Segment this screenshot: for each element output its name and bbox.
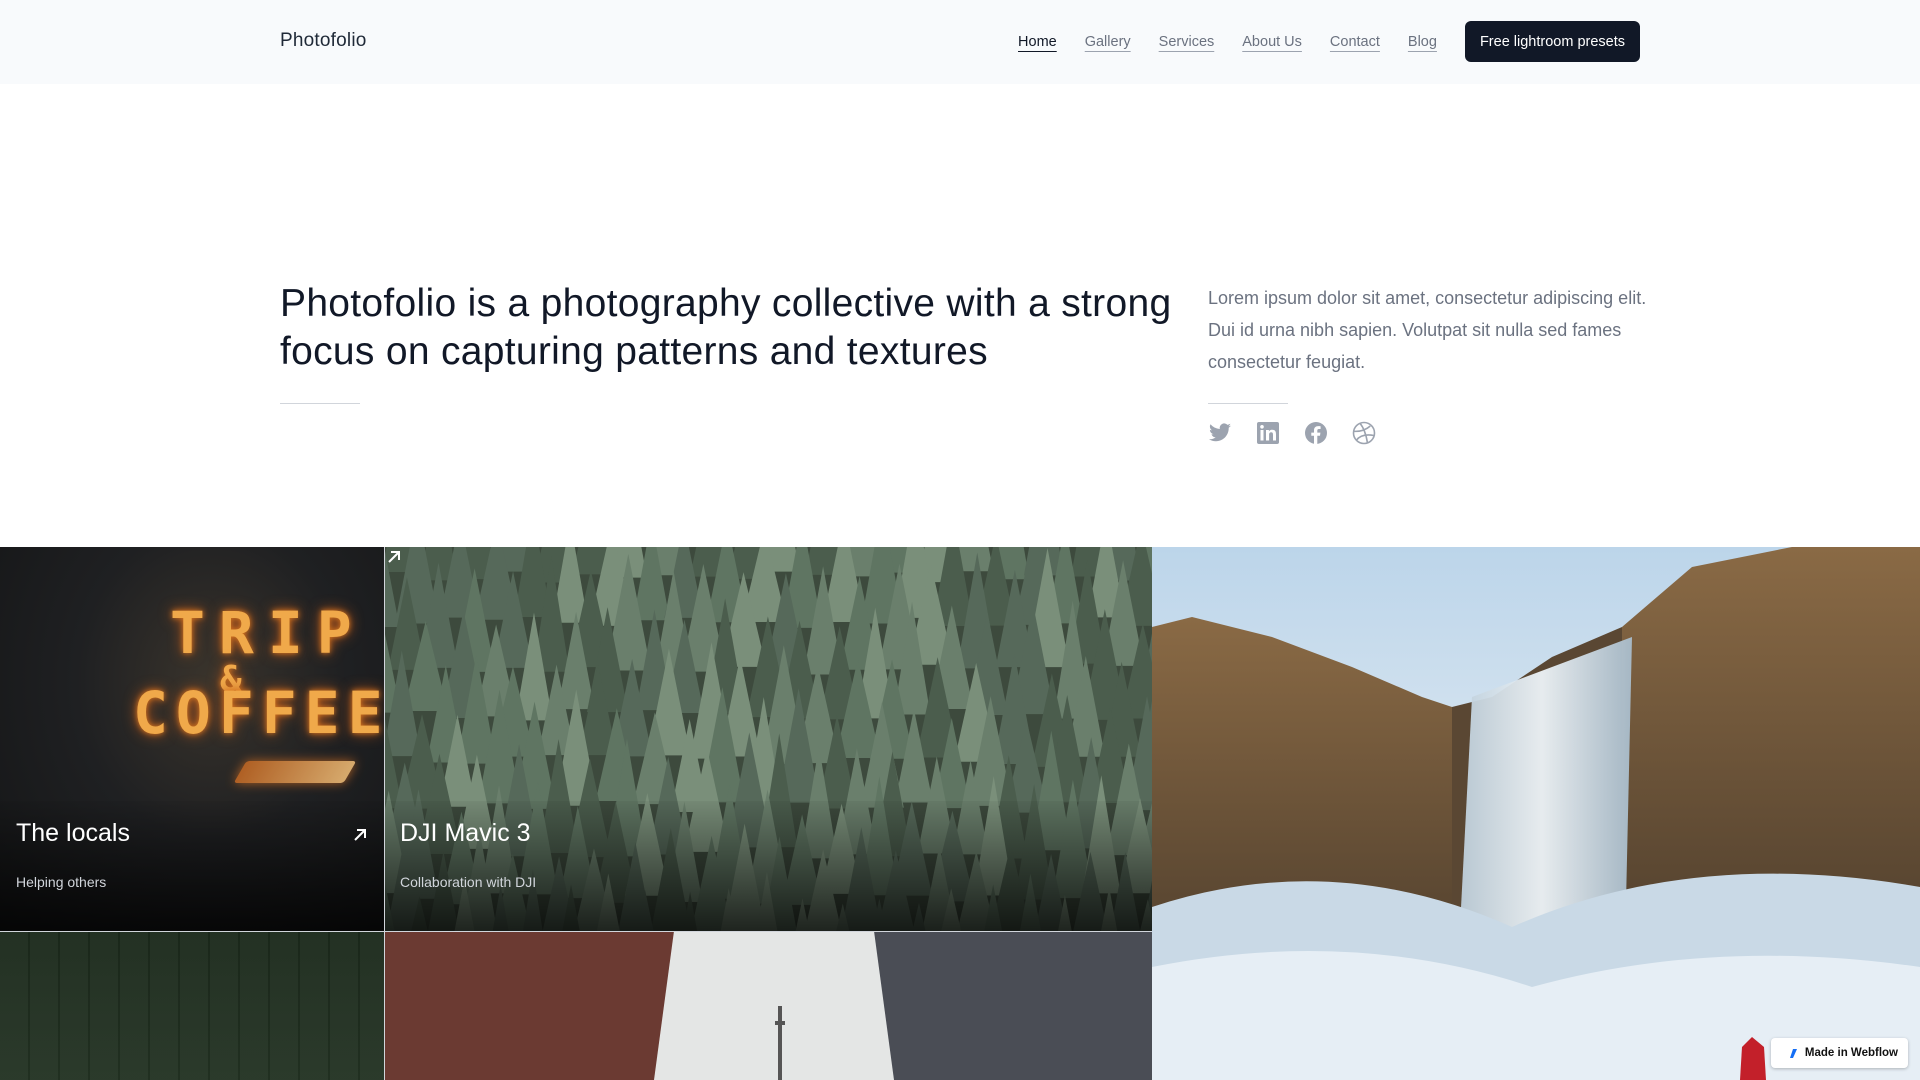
neon-text-trip: TRIP bbox=[170, 599, 366, 667]
badge-label: Made in Webflow bbox=[1804, 1047, 1898, 1059]
brand-logo[interactable]: Photofolio bbox=[280, 30, 367, 52]
gallery-tile-dji-mavic[interactable]: DJI Mavic 3 Collaboration with DJI bbox=[384, 547, 1152, 931]
green-wall-image bbox=[0, 931, 384, 1080]
gallery-tile-the-locals[interactable]: TRIP & COFFEE The locals Helping others bbox=[0, 547, 384, 931]
nav-link-about-us[interactable]: About Us bbox=[1242, 34, 1302, 50]
facebook-icon[interactable] bbox=[1304, 421, 1328, 445]
twitter-icon[interactable] bbox=[1208, 421, 1232, 445]
arrow-up-right-icon[interactable] bbox=[384, 547, 404, 567]
neon-cart bbox=[233, 761, 357, 783]
tile-subtitle: Helping others bbox=[16, 874, 107, 890]
arrow-up-right-icon[interactable] bbox=[350, 825, 370, 845]
made-in-webflow-badge[interactable]: Made in Webflow bbox=[1770, 1038, 1908, 1068]
social-links bbox=[1208, 421, 1400, 445]
gallery-tile-waterfall[interactable] bbox=[1152, 547, 1920, 1080]
description-divider bbox=[1208, 403, 1288, 404]
tile-title: The locals bbox=[16, 819, 130, 847]
hero-title: Photofolio is a photography collective w… bbox=[280, 282, 1172, 373]
nav-link-home[interactable]: Home bbox=[1018, 34, 1057, 50]
gallery-tile-green-wall[interactable] bbox=[0, 931, 384, 1080]
nav-link-contact[interactable]: Contact bbox=[1330, 34, 1380, 50]
gallery-divider-horizontal bbox=[0, 931, 1152, 932]
linkedin-icon[interactable] bbox=[1256, 421, 1280, 445]
webflow-icon bbox=[1780, 1048, 1797, 1058]
dribbble-icon[interactable] bbox=[1352, 421, 1376, 445]
tile-title: DJI Mavic 3 bbox=[400, 819, 531, 847]
waterfall-image bbox=[1152, 547, 1920, 1080]
tile-subtitle: Collaboration with DJI bbox=[400, 874, 537, 890]
gallery-tile-city[interactable] bbox=[384, 931, 1152, 1080]
nav-link-gallery[interactable]: Gallery bbox=[1085, 34, 1131, 50]
nav-link-blog[interactable]: Blog bbox=[1408, 34, 1437, 50]
free-presets-button[interactable]: Free lightroom presets bbox=[1464, 21, 1640, 62]
city-buildings-image bbox=[384, 931, 1152, 1080]
gallery-divider-vertical bbox=[384, 547, 385, 1080]
hero-description: Lorem ipsum dolor sit amet, consectetur … bbox=[1208, 288, 1647, 372]
hero-divider bbox=[280, 403, 360, 404]
neon-text-coffee: COFFEE bbox=[133, 679, 384, 747]
nav-links: Home Gallery Services About Us Contact B… bbox=[1018, 21, 1640, 62]
top-navbar: Photofolio Home Gallery Services About U… bbox=[0, 0, 1920, 84]
nav-link-services[interactable]: Services bbox=[1159, 34, 1215, 50]
